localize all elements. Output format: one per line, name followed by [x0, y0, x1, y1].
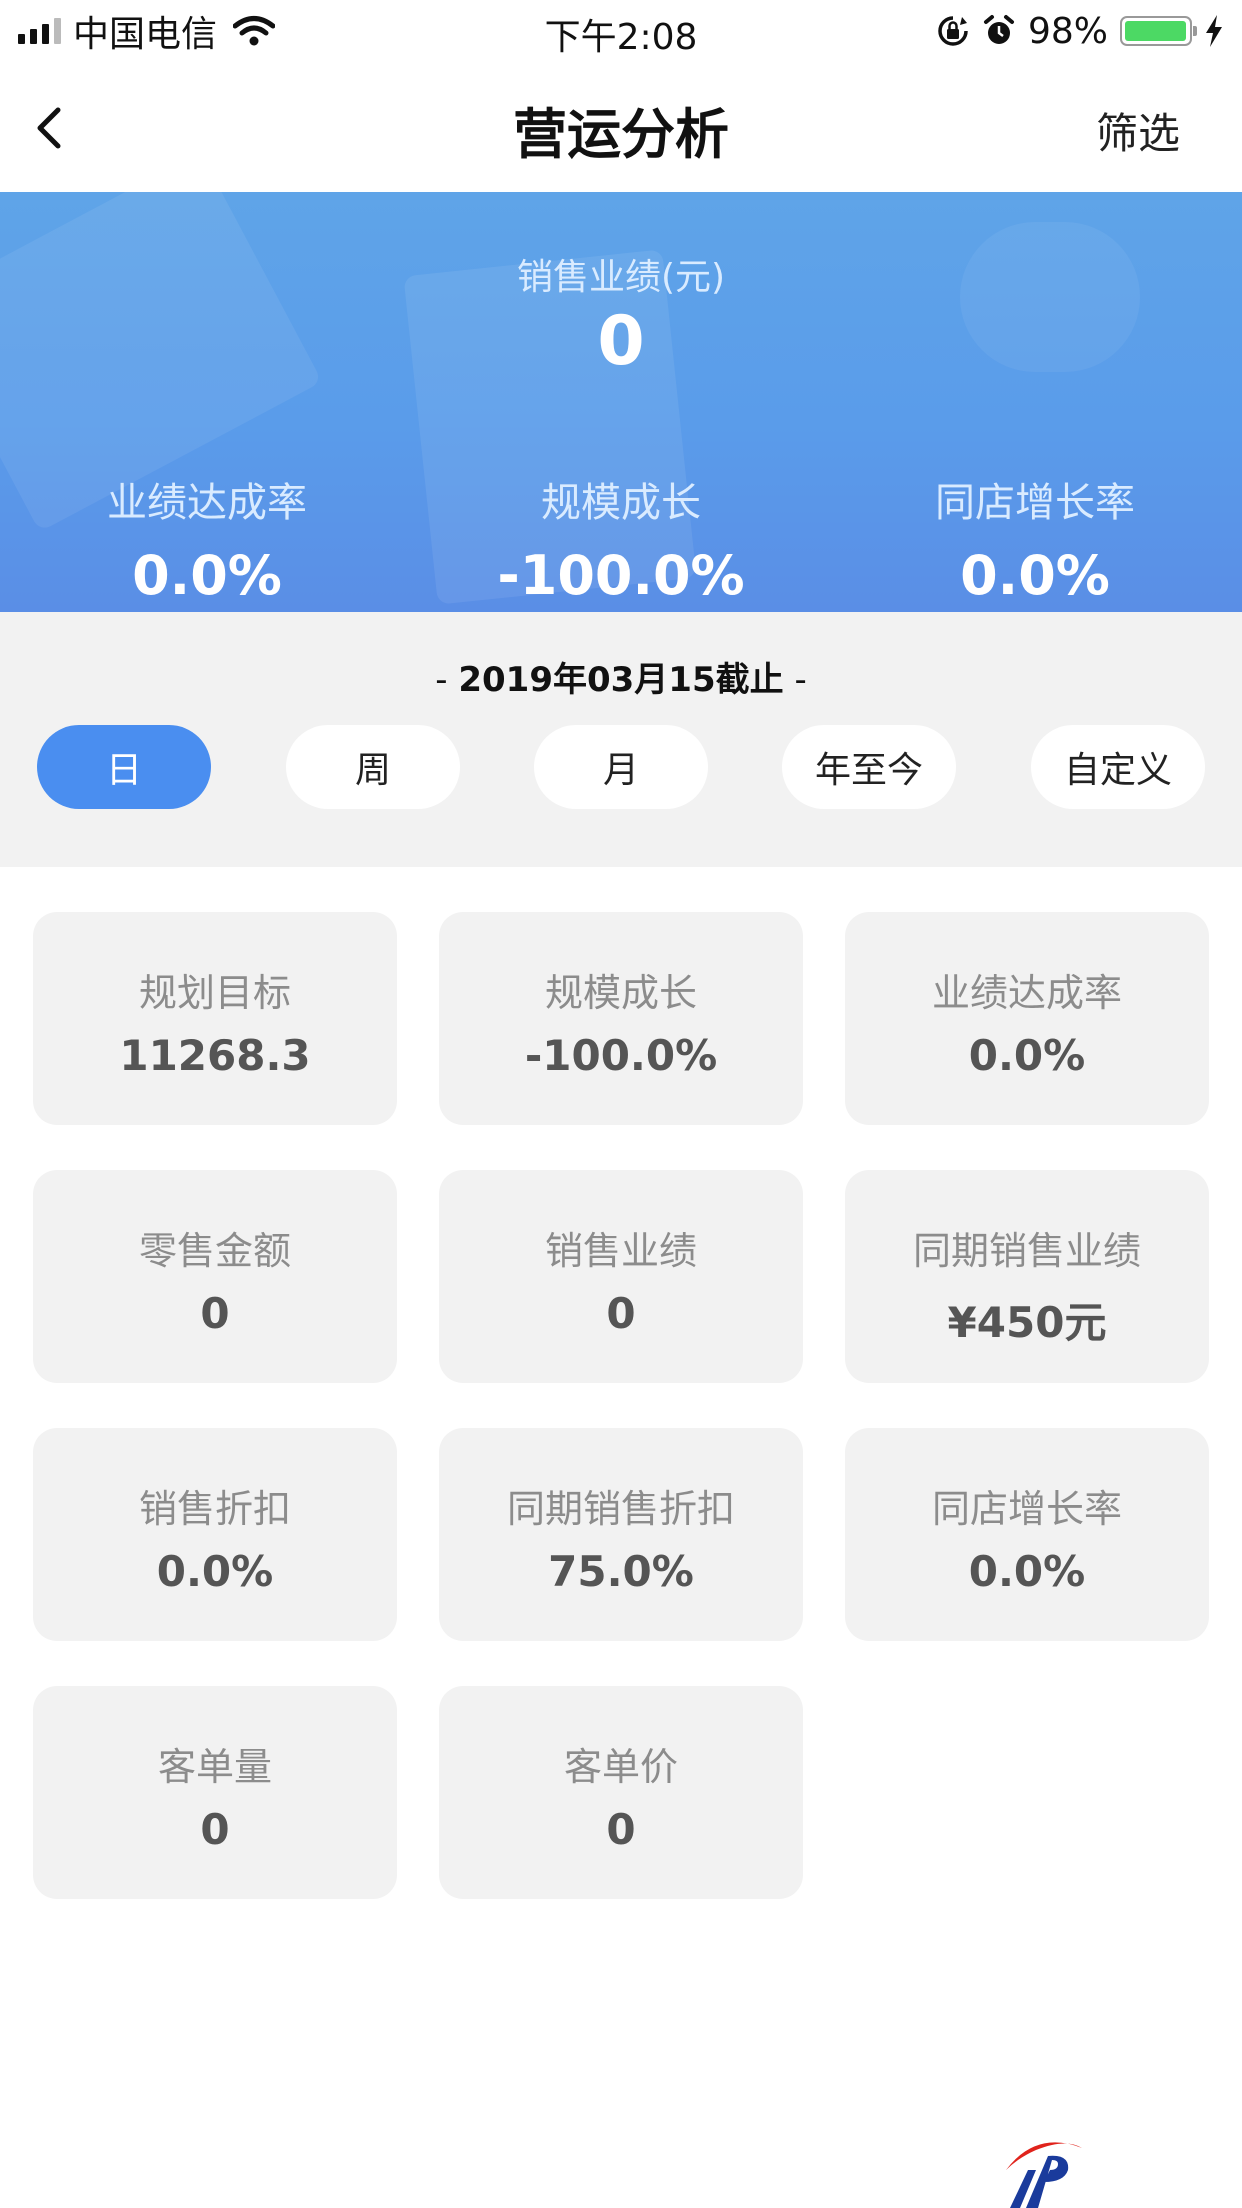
battery-percent: 98% — [1027, 10, 1108, 52]
metric-label: 规划目标 — [138, 971, 291, 1015]
metric-label: 客单价 — [563, 1745, 678, 1789]
summary-banner: 销售业绩(元) 0 业绩达成率 0.0% 规模成长 -100.0% 同店增长率 … — [0, 192, 1242, 612]
metric-value: 0 — [606, 1805, 636, 1854]
tab-label: 月 — [602, 750, 639, 791]
orientation-lock-icon — [938, 16, 968, 46]
banner-stat-value: 0.0% — [132, 544, 282, 607]
metric-card-avg-order-value[interactable]: 客单价 0 — [439, 1686, 803, 1899]
metric-value: 0.0% — [968, 1031, 1086, 1080]
banner-stat-value: -100.0% — [497, 544, 745, 607]
tab-label: 周 — [354, 750, 391, 791]
metric-label: 规模成长 — [544, 971, 697, 1015]
date-dash-left: - — [435, 660, 448, 700]
tab-label: 自定义 — [1063, 750, 1172, 791]
metric-label: 业绩达成率 — [931, 971, 1122, 1015]
metric-label: 同期销售业绩 — [912, 1229, 1141, 1273]
status-right: 98% — [936, 8, 1224, 54]
banner-stat-completion: 业绩达成率 0.0% — [0, 470, 414, 607]
metric-card-order-count[interactable]: 客单量 0 — [33, 1686, 397, 1899]
metric-card-prior-sales[interactable]: 同期销售业绩 ¥450元 — [845, 1170, 1209, 1383]
metric-label: 销售折扣 — [138, 1487, 291, 1531]
metric-card-sales-discount[interactable]: 销售折扣 0.0% — [33, 1428, 397, 1641]
banner-stat-label: 同店增长率 — [935, 480, 1135, 526]
tab-label: 年至今 — [814, 750, 923, 791]
metric-value: 0.0% — [156, 1547, 274, 1596]
metric-label: 同店增长率 — [931, 1487, 1122, 1531]
banner-stat-value: 0.0% — [960, 544, 1110, 607]
metric-value: 0 — [606, 1289, 636, 1338]
banner-stat-label: 规模成长 — [541, 480, 701, 526]
metric-card-sales[interactable]: 销售业绩 0 — [439, 1170, 803, 1383]
brand-logo-icon — [1006, 2142, 1082, 2208]
metric-value: 0.0% — [968, 1547, 1086, 1596]
metric-value: 11268.3 — [119, 1031, 311, 1080]
metric-value: ¥450元 — [947, 1298, 1107, 1347]
metric-label: 零售金额 — [138, 1229, 291, 1273]
cutoff-date: - 2019年03月15截止 - — [0, 652, 1242, 701]
banner-stat-scale-growth: 规模成长 -100.0% — [414, 470, 828, 607]
charging-icon — [1206, 15, 1222, 47]
tab-year-to-date[interactable]: 年至今 — [782, 725, 956, 809]
metric-card-scale-growth[interactable]: 规模成长 -100.0% — [439, 912, 803, 1125]
banner-value: 0 — [597, 302, 645, 381]
metric-card-prior-discount[interactable]: 同期销售折扣 75.0% — [439, 1428, 803, 1641]
banner-stat-same-store: 同店增长率 0.0% — [828, 470, 1242, 607]
banner-label: 销售业绩(元) — [516, 257, 726, 298]
tab-day[interactable]: 日 — [37, 725, 211, 809]
date-dash-right: - — [794, 660, 807, 700]
tab-week[interactable]: 周 — [286, 725, 460, 809]
metric-card-retail-amount[interactable]: 零售金额 0 — [33, 1170, 397, 1383]
metric-value: 0 — [200, 1289, 230, 1338]
alarm-icon — [983, 15, 1014, 44]
metric-value: 0 — [200, 1805, 230, 1854]
tab-label: 日 — [105, 750, 142, 791]
cutoff-date-text: 2019年03月15截止 — [458, 660, 784, 700]
filter-button[interactable]: 筛选 — [1096, 100, 1180, 161]
status-bar: 中国电信 下午2:08 98% — [0, 0, 1242, 62]
tab-custom[interactable]: 自定义 — [1031, 725, 1205, 809]
battery-icon — [1120, 16, 1197, 46]
metric-label: 客单量 — [157, 1745, 272, 1789]
metric-value: 75.0% — [548, 1547, 694, 1596]
nav-bar: 营运分析 筛选 — [0, 62, 1242, 192]
metric-card-same-store-growth[interactable]: 同店增长率 0.0% — [845, 1428, 1209, 1641]
metric-card-completion-rate[interactable]: 业绩达成率 0.0% — [845, 912, 1209, 1125]
tab-month[interactable]: 月 — [534, 725, 708, 809]
metric-label: 同期销售折扣 — [506, 1487, 735, 1531]
page-title: 营运分析 — [513, 103, 729, 166]
banner-stat-label: 业绩达成率 — [107, 480, 307, 526]
metric-value: -100.0% — [524, 1031, 718, 1080]
metric-label: 销售业绩 — [544, 1229, 697, 1273]
period-section: - 2019年03月15截止 - 日 周 月 年至今 自定义 — [0, 612, 1242, 867]
metric-card-plan-target[interactable]: 规划目标 11268.3 — [33, 912, 397, 1125]
